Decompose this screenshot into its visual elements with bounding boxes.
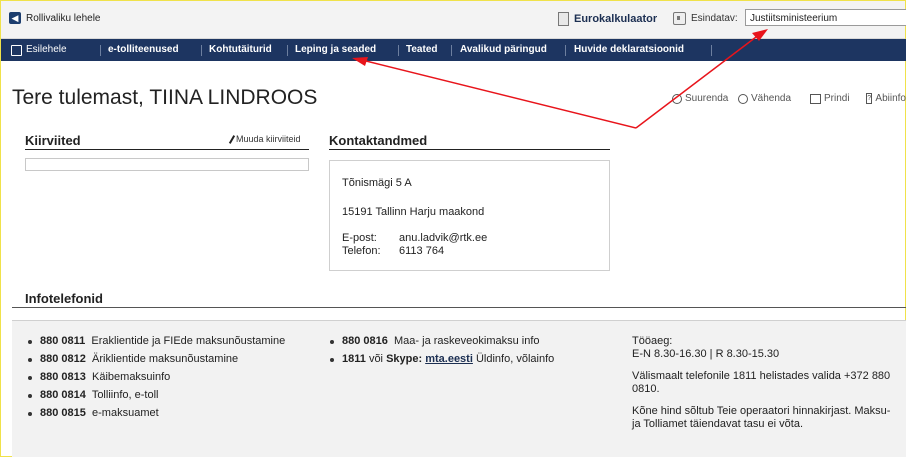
annotation-line-left: [361, 59, 637, 129]
annotation-arrows: [352, 29, 768, 129]
annotation-arrowhead-right: [752, 29, 768, 41]
annotation-arrowhead-left: [352, 57, 368, 66]
annotation-line-right: [635, 33, 761, 129]
